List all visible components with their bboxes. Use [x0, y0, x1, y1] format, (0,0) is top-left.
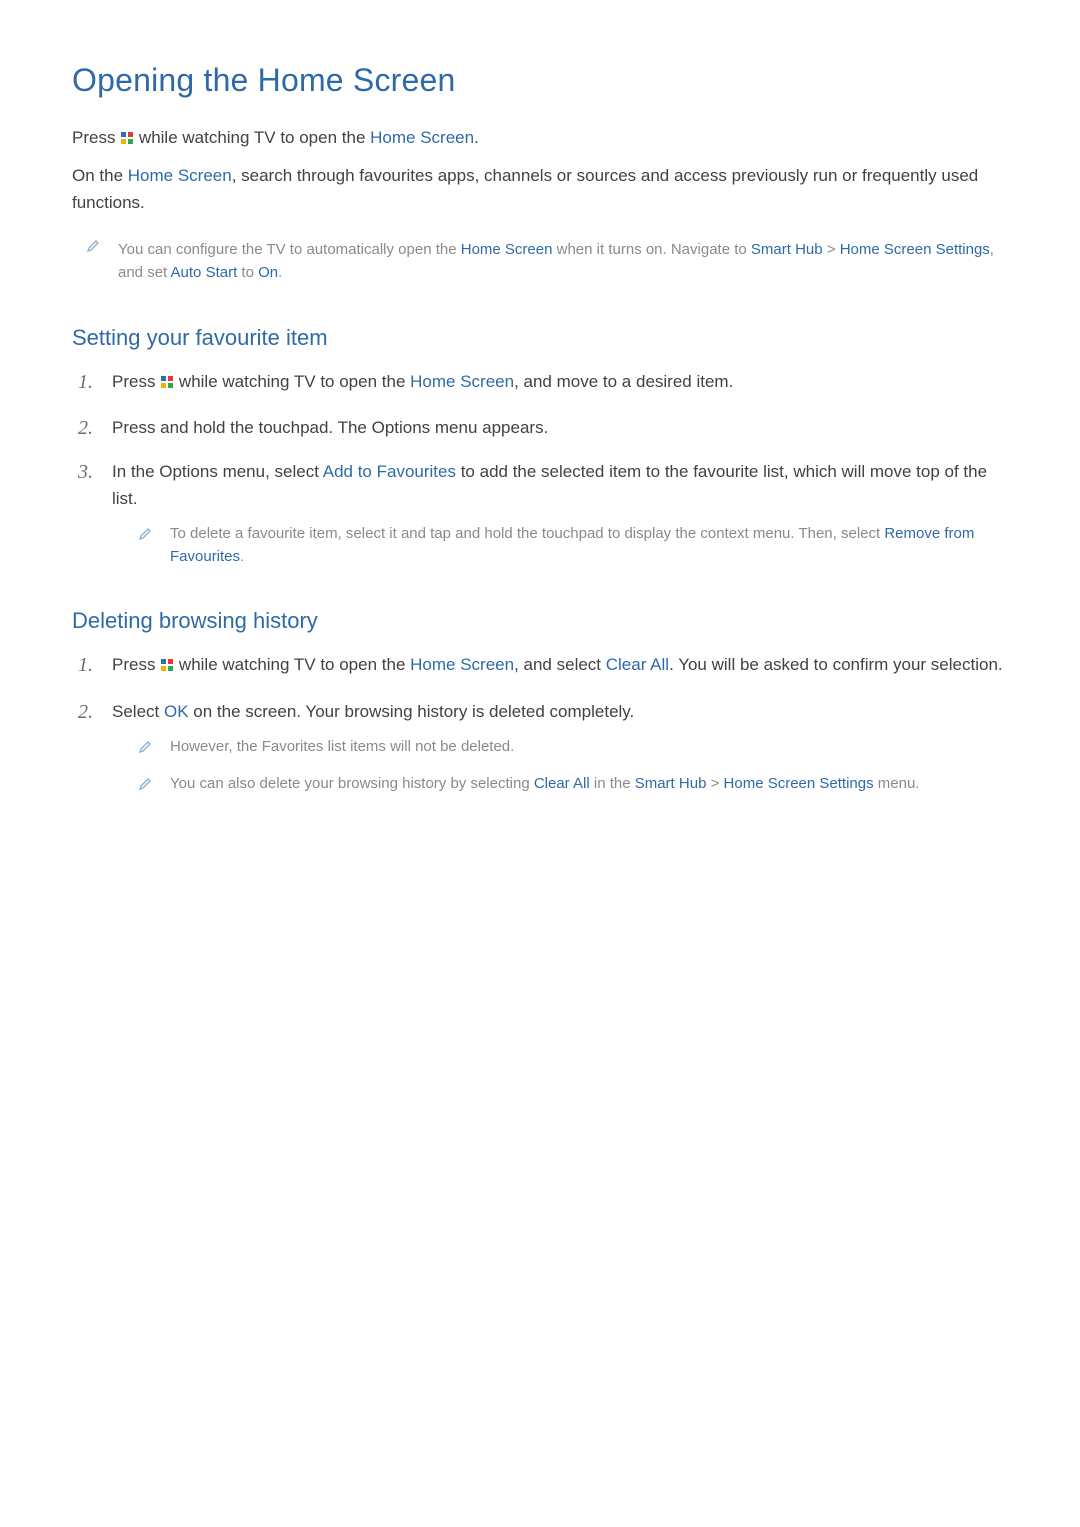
text: Press	[72, 128, 120, 147]
text: in the	[590, 775, 635, 792]
pencil-icon	[86, 239, 100, 285]
text: To delete a favourite item, select it an…	[170, 525, 884, 542]
home-screen-settings-link: Home Screen Settings	[724, 775, 874, 792]
text: . You will be asked to confirm your sele…	[669, 655, 1003, 674]
text: In the Options menu, select	[112, 462, 323, 481]
text: on the screen. Your browsing history is …	[189, 702, 635, 721]
smart-hub-icon	[160, 371, 174, 397]
text: .	[240, 548, 244, 565]
step-item: Select OK on the screen. Your browsing h…	[78, 699, 1008, 800]
note-text: However, the Favorites list items will n…	[170, 735, 1008, 762]
pencil-icon	[138, 773, 152, 799]
section-title-favourite: Setting your favourite item	[72, 325, 1008, 351]
on-link: On	[258, 264, 278, 281]
text: to	[237, 264, 258, 281]
auto-start-link: Auto Start	[171, 264, 238, 281]
text: .	[474, 128, 479, 147]
smart-hub-link: Smart Hub	[635, 775, 707, 792]
clear-all-link: Clear All	[534, 775, 590, 792]
text: Press and hold the touchpad. The Options…	[112, 418, 548, 437]
home-screen-link: Home Screen	[410, 655, 514, 674]
note-text: To delete a favourite item, select it an…	[170, 522, 1008, 569]
info-note: You can configure the TV to automaticall…	[72, 238, 1008, 285]
clear-all-link: Clear All	[606, 655, 669, 674]
smart-hub-icon	[120, 127, 134, 153]
text: while watching TV to open the	[174, 372, 410, 391]
step-item: Press while watching TV to open the Home…	[78, 369, 1008, 397]
breadcrumb-sep: >	[706, 775, 723, 792]
step-item: Press and hold the touchpad. The Options…	[78, 415, 1008, 441]
text: Press	[112, 372, 160, 391]
text: , and move to a desired item.	[514, 372, 733, 391]
text: while watching TV to open the	[134, 128, 370, 147]
home-screen-link: Home Screen	[410, 372, 514, 391]
note-text: You can configure the TV to automaticall…	[118, 238, 1008, 285]
text: when it turns on. Navigate to	[552, 241, 750, 258]
text: However, the Favorites list items will n…	[170, 738, 514, 755]
ok-link: OK	[164, 702, 189, 721]
intro-paragraph-1: Press while watching TV to open the Home…	[72, 125, 1008, 153]
smart-hub-icon	[160, 654, 174, 680]
text: You can also delete your browsing histor…	[170, 775, 534, 792]
document-page: Opening the Home Screen Press while watc…	[0, 0, 1080, 800]
text: On the	[72, 166, 128, 185]
info-note: You can also delete your browsing histor…	[112, 772, 1008, 799]
info-note: However, the Favorites list items will n…	[112, 735, 1008, 762]
intro-paragraph-2: On the Home Screen, search through favou…	[72, 163, 1008, 216]
home-screen-link: Home Screen	[461, 241, 553, 258]
text: Press	[112, 655, 160, 674]
text: menu.	[874, 775, 920, 792]
home-screen-link: Home Screen	[370, 128, 474, 147]
breadcrumb-sep: >	[823, 241, 840, 258]
text: , and select	[514, 655, 606, 674]
note-text: You can also delete your browsing histor…	[170, 772, 1008, 799]
info-note: To delete a favourite item, select it an…	[112, 522, 1008, 569]
step-item: In the Options menu, select Add to Favou…	[78, 459, 1008, 568]
steps-list-history: Press while watching TV to open the Home…	[72, 652, 1008, 799]
step-item: Press while watching TV to open the Home…	[78, 652, 1008, 680]
home-screen-link: Home Screen	[128, 166, 232, 185]
pencil-icon	[138, 736, 152, 762]
text: Select	[112, 702, 164, 721]
section-title-history: Deleting browsing history	[72, 608, 1008, 634]
text: while watching TV to open the	[174, 655, 410, 674]
text: You can configure the TV to automaticall…	[118, 241, 461, 258]
steps-list-favourite: Press while watching TV to open the Home…	[72, 369, 1008, 569]
add-to-favourites-link: Add to Favourites	[323, 462, 456, 481]
pencil-icon	[138, 523, 152, 569]
text: .	[278, 264, 282, 281]
page-title: Opening the Home Screen	[72, 62, 1008, 99]
smart-hub-link: Smart Hub	[751, 241, 823, 258]
home-screen-settings-link: Home Screen Settings	[840, 241, 990, 258]
